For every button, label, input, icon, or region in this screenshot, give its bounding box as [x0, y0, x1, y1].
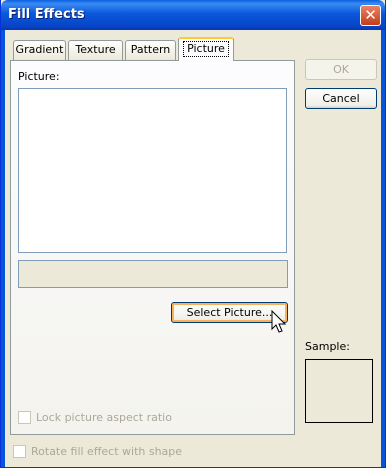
lock-aspect-checkbox-box[interactable] — [18, 411, 31, 424]
fill-effects-dialog: Fill Effects ✕ Gradient Texture Pattern … — [0, 0, 386, 468]
picture-label: Picture: — [18, 70, 60, 83]
lock-aspect-ratio-checkbox[interactable]: Lock picture aspect ratio — [18, 411, 172, 424]
rotate-fill-checkbox[interactable]: Rotate fill effect with shape — [13, 445, 182, 458]
ok-button[interactable]: OK — [305, 59, 377, 80]
window-title: Fill Effects — [8, 7, 85, 22]
rotate-fill-label: Rotate fill effect with shape — [31, 445, 183, 458]
tab-texture[interactable]: Texture — [68, 40, 123, 60]
tab-gradient[interactable]: Gradient — [13, 40, 66, 60]
picture-filename-field — [18, 260, 288, 288]
picture-preview-box — [18, 88, 287, 253]
rotate-fill-checkbox-box[interactable] — [13, 445, 26, 458]
cancel-button[interactable]: Cancel — [305, 88, 377, 109]
tab-texture-label: Texture — [75, 43, 116, 56]
window-frame-right — [381, 30, 385, 467]
tab-pattern-label: Pattern — [130, 43, 171, 56]
sample-label: Sample: — [305, 340, 350, 353]
picture-tab-panel: Picture: Select Picture... Lock picture … — [10, 60, 295, 435]
window-frame-left — [1, 30, 5, 467]
close-icon[interactable]: ✕ — [360, 5, 381, 26]
tab-gradient-label: Gradient — [15, 43, 64, 56]
arrow-pointer-icon — [271, 310, 287, 333]
tab-picture-label: Picture — [183, 41, 229, 57]
sample-preview-box — [305, 359, 373, 423]
title-bar[interactable]: Fill Effects ✕ — [1, 0, 385, 30]
tab-pattern[interactable]: Pattern — [125, 40, 176, 60]
tab-picture[interactable]: Picture — [178, 37, 234, 61]
lock-aspect-ratio-label: Lock picture aspect ratio — [36, 411, 172, 424]
